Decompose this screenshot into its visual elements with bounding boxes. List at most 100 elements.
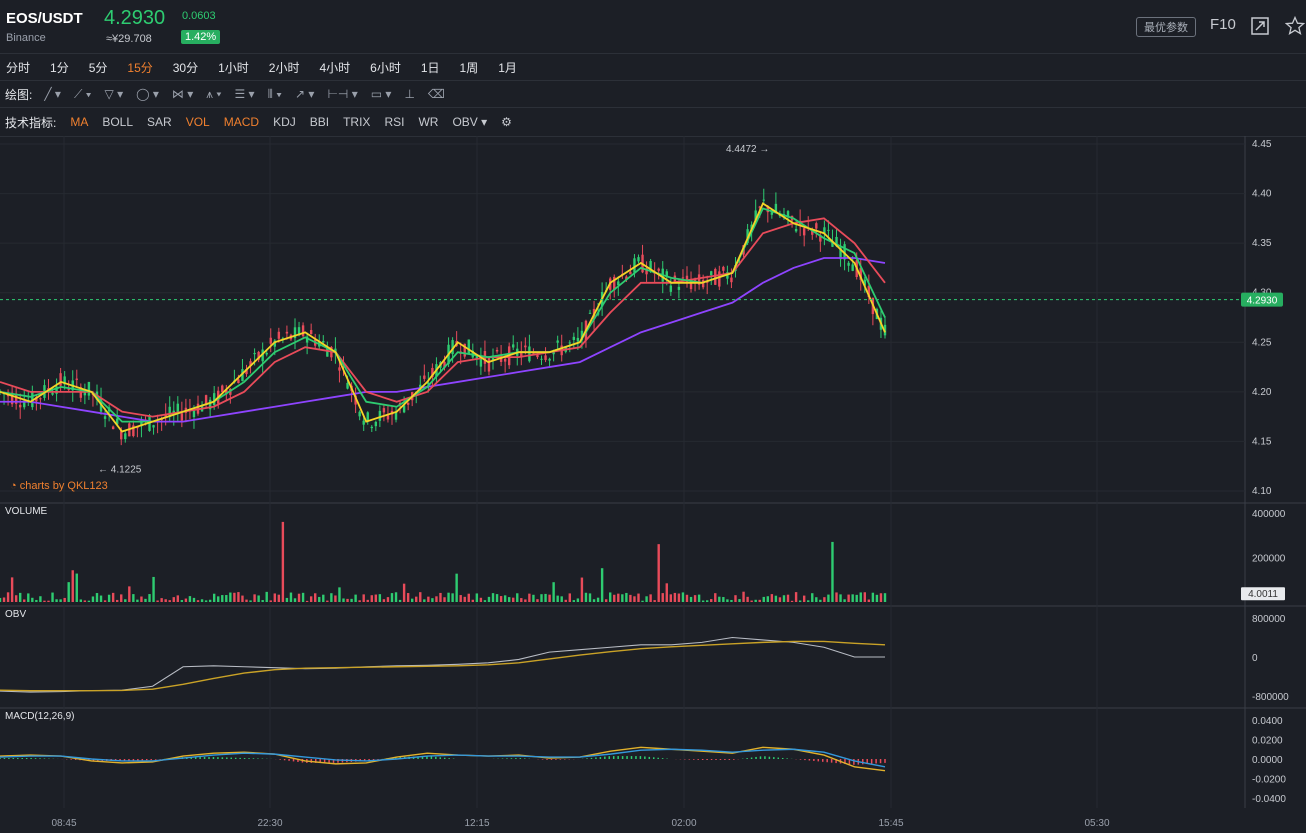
candle-body <box>657 268 660 271</box>
volume-bar <box>875 594 879 602</box>
candle-body <box>572 336 576 341</box>
indicator-trix[interactable]: TRIX <box>343 115 370 129</box>
timeframe-6[interactable]: 2小时 <box>269 59 300 76</box>
volume-bar <box>2 597 6 602</box>
volume-bar <box>394 592 398 602</box>
volume-bar <box>208 599 212 602</box>
timeframe-9[interactable]: 1日 <box>421 59 440 76</box>
volume-bar <box>188 596 192 602</box>
volume-bar <box>819 599 822 602</box>
volume-bar <box>677 593 681 602</box>
candle-body <box>362 420 365 425</box>
range-tool-icon[interactable]: ⊢⊣ ▾ <box>327 87 357 101</box>
timeframe-10[interactable]: 1周 <box>460 59 479 76</box>
last-price-tag-text: 4.2930 <box>1247 296 1278 307</box>
volume-bar <box>31 597 34 602</box>
pattern-tool-icon[interactable]: ⋈ ▾ <box>172 87 193 101</box>
optimal-params-button[interactable]: 最优参数 <box>1136 17 1196 37</box>
bars-tool-icon[interactable]: ⦀ ▾ <box>268 87 282 102</box>
candle-body <box>358 411 361 417</box>
volume-bar <box>726 599 729 602</box>
arrow-tool-icon[interactable]: ↗ ▾ <box>295 87 314 101</box>
volume-bar <box>637 593 640 602</box>
volume-bar <box>443 597 446 602</box>
volume-bar <box>693 595 697 602</box>
fullscreen-icon[interactable] <box>1250 16 1270 36</box>
volume-bar <box>47 600 50 602</box>
volume-bar <box>225 595 228 602</box>
volume-bar <box>350 598 353 602</box>
volume-bar <box>334 595 337 602</box>
volume-bar <box>132 594 135 602</box>
candle-body <box>423 375 426 379</box>
indicator-kdj[interactable]: KDJ <box>273 115 296 129</box>
candle-body <box>503 358 507 362</box>
x-tick-label: 08:45 <box>51 818 76 829</box>
circle-tool-icon[interactable]: ◯ ▾ <box>136 87 159 101</box>
obv-tick: -800000 <box>1252 692 1289 703</box>
star-icon[interactable] <box>1285 16 1305 36</box>
channel-tool-icon[interactable]: ▽ ▾ <box>105 87 124 101</box>
timeframe-3[interactable]: 15分 <box>127 59 152 76</box>
timeframe-0[interactable]: 分时 <box>6 59 30 76</box>
trading-chart[interactable]: 4.454.404.354.304.254.204.154.104.29304.… <box>0 136 1306 833</box>
gann-tool-icon[interactable]: ☰ ▾ <box>234 87 254 101</box>
indicator-macd[interactable]: MACD <box>224 115 259 129</box>
fib-tool-icon[interactable]: ⟋ ▾ <box>74 87 92 102</box>
indicator-wr[interactable]: WR <box>418 115 438 129</box>
timeframe-1[interactable]: 1分 <box>50 59 69 76</box>
candle-body <box>269 337 272 344</box>
f10-button[interactable]: F10 <box>1210 16 1236 33</box>
volume-bar <box>544 593 547 602</box>
indicator-obv[interactable]: OBV ▾ <box>452 115 487 129</box>
volume-bar <box>265 591 268 602</box>
measure-tool-icon[interactable]: ⊥ <box>404 87 414 101</box>
volume-bar <box>588 593 592 602</box>
volume-bar <box>257 595 260 602</box>
volume-bar <box>471 599 475 602</box>
candle-body <box>722 266 725 271</box>
volume-bar <box>241 595 244 602</box>
timeframe-5[interactable]: 1小时 <box>218 59 249 76</box>
timeframe-2[interactable]: 5分 <box>89 59 108 76</box>
drawing-label: 绘图: <box>5 87 33 102</box>
indicator-ma[interactable]: MA <box>70 115 88 129</box>
timeframe-8[interactable]: 6小时 <box>370 59 401 76</box>
price-tick: 4.35 <box>1252 238 1272 249</box>
volume-bar <box>487 596 491 602</box>
volume-bar <box>645 596 648 602</box>
volume-bar <box>661 593 664 602</box>
x-tick-label: 02:00 <box>671 818 696 829</box>
trash-icon[interactable]: ⌫ <box>428 87 445 101</box>
volume-bar <box>710 599 713 602</box>
candle-body <box>851 264 854 271</box>
volume-bar <box>439 592 442 602</box>
volume-bar <box>83 600 87 602</box>
volume-bar <box>362 594 365 602</box>
volume-bar <box>415 596 418 602</box>
candle-body <box>124 433 127 440</box>
candle-body <box>221 385 224 392</box>
volume-bar <box>665 583 668 602</box>
obv-tick: 0 <box>1252 653 1258 664</box>
line-tool-icon[interactable]: ╱ ▾ <box>44 87 61 101</box>
volume-bar <box>10 577 14 602</box>
timeframe-11[interactable]: 1月 <box>498 59 517 76</box>
price-tick: 4.15 <box>1252 436 1272 447</box>
pair-symbol[interactable]: EOS/USDT <box>6 10 83 27</box>
pitchfork-tool-icon[interactable]: ⩚ ▾ <box>206 87 221 102</box>
timeframe-7[interactable]: 4小时 <box>319 59 350 76</box>
volume-bar <box>689 596 693 602</box>
indicator-rsi[interactable]: RSI <box>384 115 404 129</box>
indicator-sar[interactable]: SAR <box>147 115 172 129</box>
indicator-settings-icon[interactable]: ⚙ <box>501 115 512 129</box>
timeframe-4[interactable]: 30分 <box>173 59 198 76</box>
volume-bar <box>39 596 42 602</box>
volume-bar <box>370 595 373 602</box>
indicator-boll[interactable]: BOLL <box>102 115 133 129</box>
indicator-bbi[interactable]: BBI <box>310 115 329 129</box>
price-tick: 4.25 <box>1252 337 1272 348</box>
candle-body <box>346 382 349 389</box>
indicator-vol[interactable]: VOL <box>186 115 210 129</box>
comment-tool-icon[interactable]: ▭ ▾ <box>371 87 392 101</box>
